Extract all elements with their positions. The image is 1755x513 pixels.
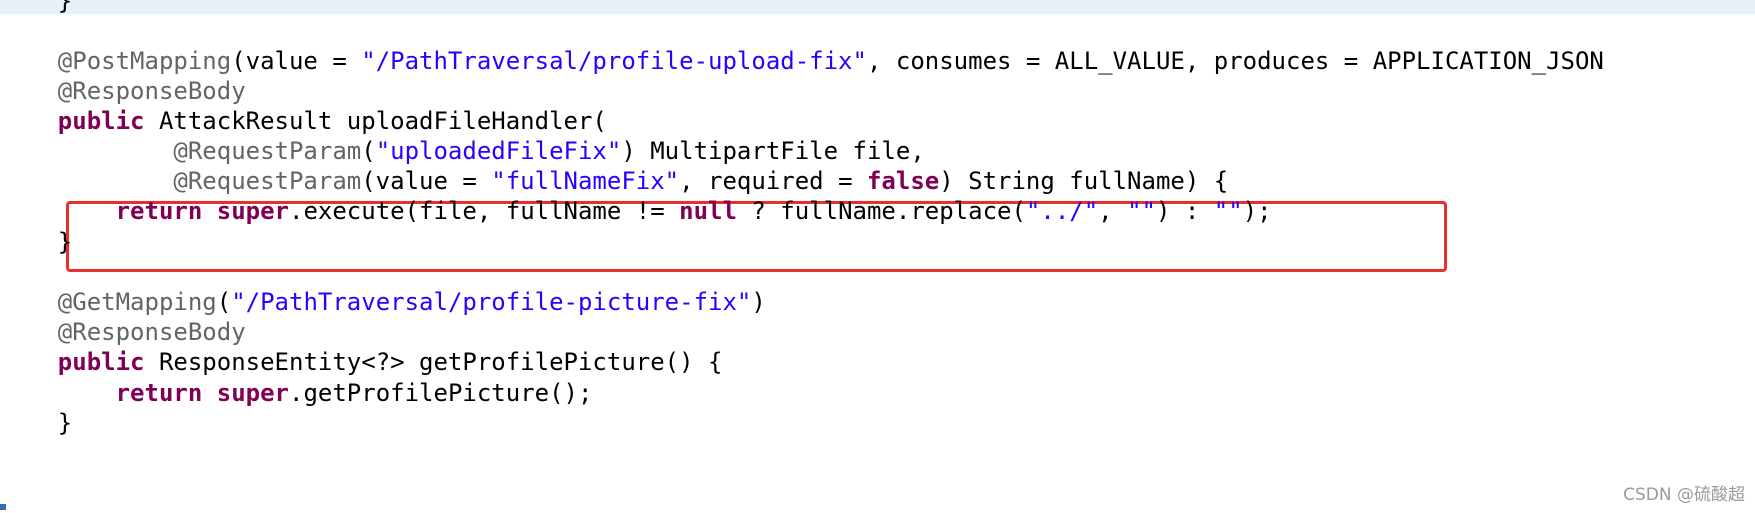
code-token: ) — [751, 288, 766, 316]
annotation-token: @GetMapping — [0, 288, 217, 316]
code-line: @RequestParam("uploadedFileFix") Multipa… — [0, 134, 925, 168]
code-token: ) : — [1155, 197, 1214, 225]
code-token: ) MultipartFile file, — [621, 137, 925, 165]
code-line: } — [0, 225, 72, 259]
code-line: @GetMapping("/PathTraversal/profile-pict… — [0, 285, 766, 319]
annotation-token: @RequestParam — [0, 137, 362, 165]
code-editor[interactable]: } @PostMapping(value = "/PathTraversal/p… — [0, 0, 1755, 513]
code-token: , — [1098, 197, 1128, 225]
gutter-marker — [0, 504, 6, 510]
code-token: } — [0, 409, 73, 437]
keyword-token: public — [0, 107, 145, 135]
string-token: "" — [1127, 197, 1156, 225]
code-line: } — [0, 0, 72, 18]
code-line: return super.getProfilePicture(); — [0, 376, 593, 410]
keyword-token: super — [216, 197, 289, 225]
keyword-token: null — [679, 197, 737, 225]
code-token: ResponseEntity<?> getProfilePicture() { — [144, 348, 723, 376]
code-token: ) String fullName) { — [939, 167, 1229, 195]
code-line: @ResponseBody — [0, 315, 246, 349]
keyword-token: return — [0, 197, 203, 225]
code-area[interactable]: } @PostMapping(value = "/PathTraversal/p… — [0, 0, 1755, 513]
annotation-token: @PostMapping — [0, 47, 232, 75]
code-token: , required = — [679, 167, 867, 195]
string-token: "/PathTraversal/profile-picture-fix" — [231, 288, 752, 316]
code-token: , consumes = ALL_VALUE, produces = APPLI… — [866, 47, 1604, 75]
code-line: @ResponseBody — [0, 74, 246, 108]
string-token: "/PathTraversal/profile-upload-fix" — [361, 47, 867, 75]
annotation-token: @RequestParam — [0, 167, 362, 195]
code-line: @RequestParam(value = "fullNameFix", req… — [0, 164, 1228, 198]
keyword-token: false — [866, 167, 940, 195]
code-token: AttackResult uploadFileHandler( — [144, 107, 607, 135]
code-token: } — [0, 228, 73, 256]
code-token: ); — [1242, 197, 1272, 225]
keyword-token: public — [0, 348, 145, 376]
code-token: ( — [361, 137, 376, 165]
code-token: } — [0, 0, 73, 15]
code-line: return super.execute(file, fullName != n… — [0, 194, 1272, 228]
code-token: (value = — [231, 47, 362, 75]
code-line: @PostMapping(value = "/PathTraversal/pro… — [0, 44, 1604, 78]
code-line: public ResponseEntity<?> getProfilePictu… — [0, 345, 723, 379]
code-token: .getProfilePicture(); — [289, 379, 593, 407]
code-token: .execute(file, fullName != — [289, 197, 680, 225]
string-token: "fullNameFix" — [491, 167, 680, 195]
keyword-token: super — [216, 379, 289, 407]
code-token: ? fullName.replace( — [736, 197, 1026, 225]
string-token: "uploadedFileFix" — [375, 137, 622, 165]
code-token: (value = — [361, 167, 492, 195]
string-token: "" — [1213, 197, 1243, 225]
code-line: } — [0, 406, 72, 440]
code-token: ( — [216, 288, 232, 316]
annotation-token: @ResponseBody — [0, 77, 246, 105]
annotation-token: @ResponseBody — [0, 318, 246, 346]
string-token: "../" — [1025, 197, 1099, 225]
keyword-token: return — [0, 379, 203, 407]
watermark: CSDN @硫酸超 — [1623, 485, 1745, 505]
code-line: public AttackResult uploadFileHandler( — [0, 104, 607, 138]
